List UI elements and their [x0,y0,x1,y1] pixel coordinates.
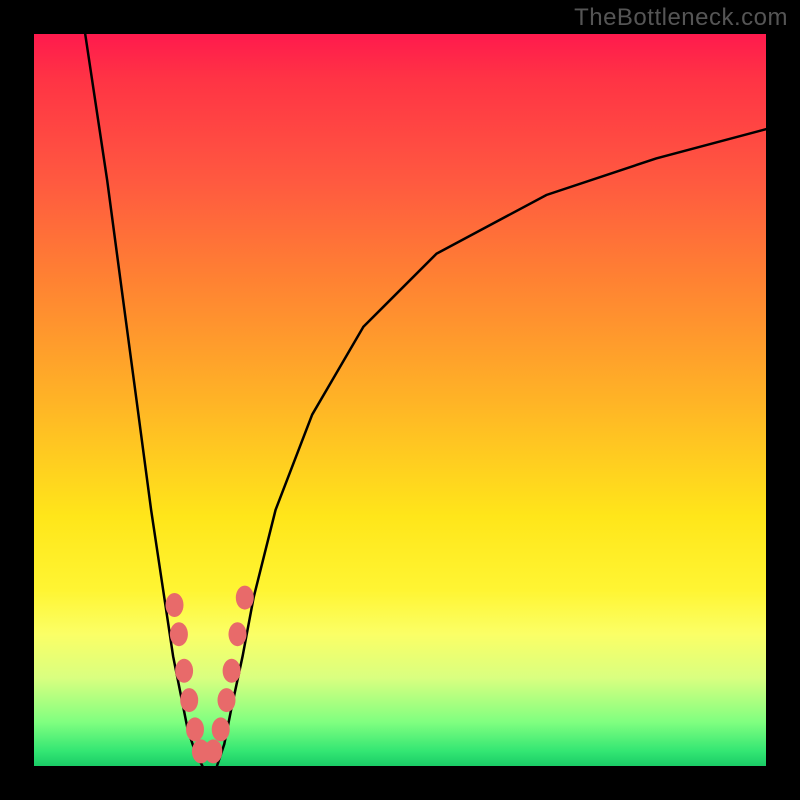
watermark-text: TheBottleneck.com [574,4,788,32]
chart-frame: TheBottleneck.com [0,0,800,800]
data-marker [180,688,198,712]
data-marker [223,659,241,683]
data-marker [236,586,254,610]
data-marker [204,739,222,763]
data-marker [175,659,193,683]
data-marker [218,688,236,712]
data-marker [166,593,184,617]
data-marker [212,717,230,741]
data-marker [229,622,247,646]
curve-right-branch [217,129,766,766]
curve-left-branch [85,34,202,766]
curve-layer [34,34,766,766]
data-marker [170,622,188,646]
data-marker [186,717,204,741]
plot-area [34,34,766,766]
